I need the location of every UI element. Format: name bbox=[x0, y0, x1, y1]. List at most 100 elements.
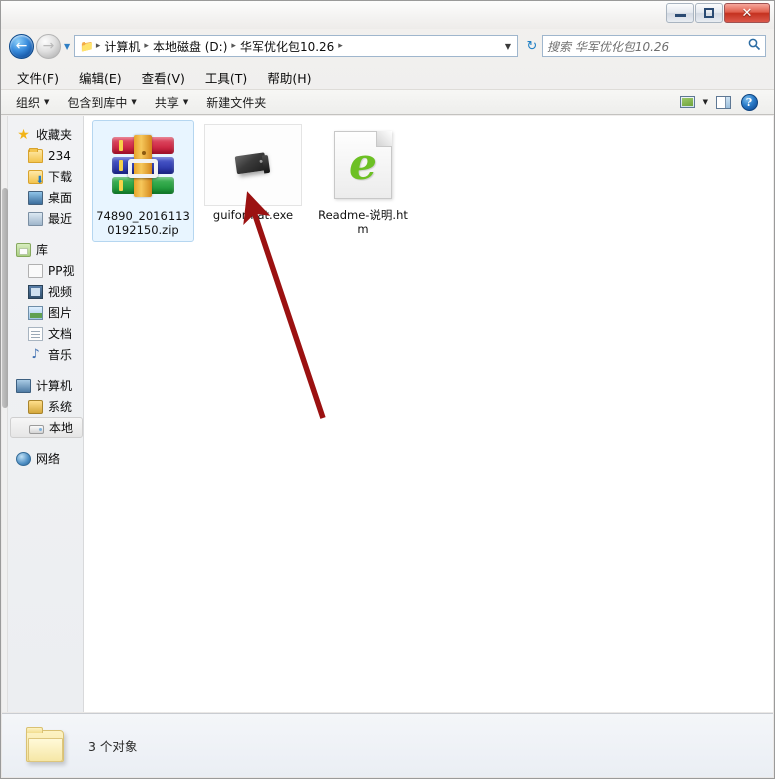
nav-header-libraries[interactable]: 库 bbox=[2, 239, 83, 260]
window-controls: ✕ bbox=[666, 3, 770, 23]
organize-label: 组织 bbox=[16, 95, 41, 110]
menu-item-tools[interactable]: 工具(T) bbox=[203, 66, 249, 89]
chevron-down-icon: ▼ bbox=[44, 98, 50, 106]
forward-button[interactable]: → bbox=[36, 33, 61, 59]
nav-header-network[interactable]: 网络 bbox=[2, 448, 83, 469]
network-icon bbox=[16, 451, 31, 466]
nav-item-pictures[interactable]: 图片 bbox=[2, 302, 83, 323]
nav-item-music-label: 音乐 bbox=[48, 348, 73, 362]
title-bar: ✕ bbox=[1, 1, 774, 29]
nav-item-recent-label: 最近 bbox=[48, 212, 73, 226]
nav-item-system-drive[interactable]: 系统 bbox=[2, 396, 83, 417]
preview-pane-icon bbox=[715, 95, 731, 109]
nav-group-libraries: 库 PP视 视频 图片 文档 ♪ 音乐 bbox=[2, 239, 83, 365]
minimize-button[interactable] bbox=[666, 3, 694, 23]
menu-item-file[interactable]: 文件(F) bbox=[15, 66, 61, 89]
nav-group-computer: 计算机 系统 本地 bbox=[2, 375, 83, 438]
archive-thumbnail bbox=[95, 125, 191, 207]
file-item-archive[interactable]: 74890_20161130192150.zip bbox=[92, 120, 194, 242]
video-icon bbox=[28, 284, 43, 299]
music-icon: ♪ bbox=[31, 346, 40, 362]
nav-item-local-drive[interactable]: 本地 bbox=[10, 417, 83, 438]
content-area: ★ 收藏夹 234 下载 桌面 最近 bbox=[2, 116, 773, 712]
ppt-video-icon bbox=[28, 263, 43, 278]
explorer-window: ✕ ← → ▼ 📁 ▸ 计算机 ▸ 本地磁盘 (D:) ▸ 华军优化包10.26… bbox=[0, 0, 775, 779]
folder-icon bbox=[28, 147, 43, 163]
nav-item-downloads-label: 下载 bbox=[48, 170, 73, 184]
file-list-pane[interactable]: 74890_20161130192150.zip guiformat.exe e bbox=[84, 116, 773, 712]
share-label: 共享 bbox=[154, 95, 179, 110]
close-button[interactable]: ✕ bbox=[724, 3, 770, 23]
nav-item-ppvideo-label: PP视 bbox=[48, 264, 75, 278]
nav-header-computer-label: 计算机 bbox=[36, 379, 73, 393]
nav-item-documents[interactable]: 文档 bbox=[2, 323, 83, 344]
nav-item-videos-label: 视频 bbox=[48, 285, 73, 299]
recent-locations-chevron-icon[interactable]: ▼ bbox=[64, 42, 70, 51]
refresh-button[interactable]: ↻ bbox=[522, 39, 542, 54]
help-icon: ? bbox=[740, 93, 758, 111]
address-bar-row: ← → ▼ 📁 ▸ 计算机 ▸ 本地磁盘 (D:) ▸ 华军优化包10.26 ▸… bbox=[1, 29, 774, 63]
nav-item-recent[interactable]: 最近 bbox=[2, 208, 83, 229]
navigation-pane: ★ 收藏夹 234 下载 桌面 最近 bbox=[2, 116, 84, 712]
item-count-label: 3 个对象 bbox=[88, 739, 138, 754]
minimize-icon bbox=[674, 14, 686, 17]
organize-button[interactable]: 组织 ▼ bbox=[7, 92, 58, 113]
menu-bar: 文件(F) 编辑(E) 查看(V) 工具(T) 帮助(H) bbox=[1, 65, 774, 89]
local-drive-icon bbox=[29, 424, 44, 434]
scrollbar-thumb[interactable] bbox=[2, 188, 8, 408]
html-thumbnail: e bbox=[314, 124, 412, 206]
new-folder-button[interactable]: 新建文件夹 bbox=[197, 92, 275, 113]
view-chevron-down-icon[interactable]: ▼ bbox=[703, 98, 708, 106]
breadcrumb-item-folder[interactable]: 华军优化包10.26 bbox=[237, 37, 337, 56]
nav-item-234[interactable]: 234 bbox=[2, 145, 83, 166]
nav-group-favorites: ★ 收藏夹 234 下载 桌面 最近 bbox=[2, 124, 83, 229]
file-item-html[interactable]: e Readme-说明.htm bbox=[312, 120, 414, 240]
nav-header-computer[interactable]: 计算机 bbox=[2, 375, 83, 396]
download-icon bbox=[28, 169, 44, 186]
help-button[interactable]: ? bbox=[738, 92, 760, 112]
nav-item-ppvideo[interactable]: PP视 bbox=[2, 260, 83, 281]
preview-pane-button[interactable] bbox=[712, 92, 734, 112]
breadcrumb-dropdown-icon[interactable]: ▼ bbox=[505, 42, 511, 51]
nav-item-local-drive-label: 本地 bbox=[49, 421, 74, 435]
include-in-library-button[interactable]: 包含到库中 ▼ bbox=[58, 92, 145, 113]
back-button[interactable]: ← bbox=[9, 33, 34, 59]
file-name-label: 74890_20161130192150.zip bbox=[96, 209, 190, 237]
change-view-button[interactable] bbox=[677, 92, 699, 112]
breadcrumb-separator: ▸ bbox=[338, 41, 343, 51]
menu-item-edit[interactable]: 编辑(E) bbox=[77, 66, 124, 89]
breadcrumb[interactable]: 📁 ▸ 计算机 ▸ 本地磁盘 (D:) ▸ 华军优化包10.26 ▸ ▼ bbox=[74, 35, 518, 57]
share-button[interactable]: 共享 ▼ bbox=[146, 92, 197, 113]
search-input[interactable]: 搜索 华军优化包10.26 bbox=[542, 35, 766, 57]
nav-item-documents-label: 文档 bbox=[48, 327, 73, 341]
nav-header-favorites[interactable]: ★ 收藏夹 bbox=[2, 124, 83, 145]
nav-item-downloads[interactable]: 下载 bbox=[2, 166, 83, 187]
file-name-label: Readme-说明.htm bbox=[318, 208, 408, 236]
breadcrumb-item-computer[interactable]: 计算机 bbox=[101, 37, 143, 56]
file-item-executable[interactable]: guiformat.exe bbox=[202, 120, 304, 226]
picture-icon bbox=[28, 305, 43, 320]
executable-thumbnail bbox=[204, 124, 302, 206]
command-toolbar: 组织 ▼ 包含到库中 ▼ 共享 ▼ 新建文件夹 ▼ ? bbox=[1, 89, 774, 115]
back-arrow-icon: ← bbox=[15, 38, 28, 54]
computer-icon bbox=[16, 378, 31, 393]
nav-item-videos[interactable]: 视频 bbox=[2, 281, 83, 302]
system-drive-icon bbox=[28, 399, 43, 414]
breadcrumb-item-drive[interactable]: 本地磁盘 (D:) bbox=[150, 37, 230, 56]
nav-item-pictures-label: 图片 bbox=[48, 306, 73, 320]
maximize-button[interactable] bbox=[695, 3, 723, 23]
nav-header-favorites-label: 收藏夹 bbox=[36, 128, 73, 142]
close-icon: ✕ bbox=[741, 5, 753, 21]
usb-executable-icon bbox=[234, 148, 272, 182]
nav-group-network: 网络 bbox=[2, 448, 83, 469]
nav-item-desktop[interactable]: 桌面 bbox=[2, 187, 83, 208]
library-icon bbox=[16, 242, 31, 257]
nav-item-system-drive-label: 系统 bbox=[48, 400, 73, 414]
nav-item-music[interactable]: ♪ 音乐 bbox=[2, 344, 83, 365]
menu-item-help[interactable]: 帮助(H) bbox=[265, 66, 313, 89]
navigation-scrollbar[interactable] bbox=[2, 116, 8, 712]
menu-item-view[interactable]: 查看(V) bbox=[140, 66, 187, 89]
folder-icon: 📁 bbox=[80, 39, 94, 53]
search-placeholder: 搜索 华军优化包10.26 bbox=[547, 39, 670, 54]
nav-header-libraries-label: 库 bbox=[36, 243, 49, 257]
